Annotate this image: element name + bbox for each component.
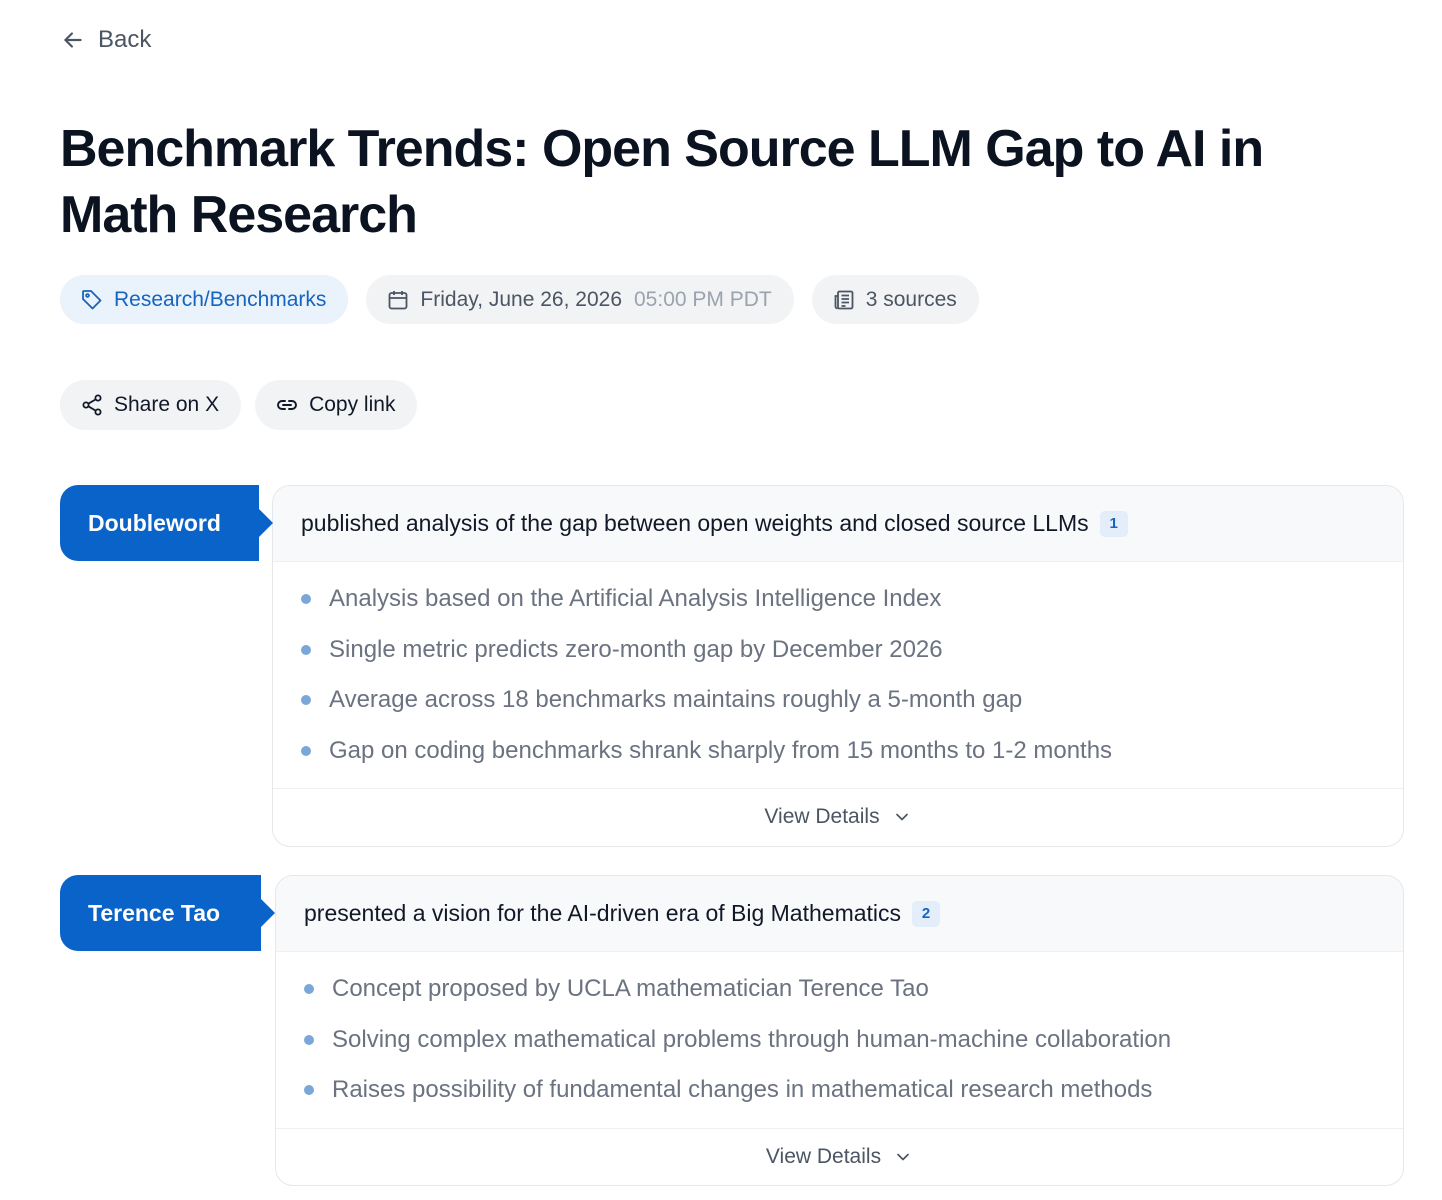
meta-row: Research/Benchmarks Friday, June 26, 202… <box>60 275 979 324</box>
newspaper-icon <box>834 290 854 309</box>
back-label: Back <box>98 26 152 53</box>
entry-headline: published analysis of the gap between op… <box>273 486 1403 562</box>
timeline-entry: published analysis of the gap between op… <box>60 485 1404 847</box>
category-label: Research/Benchmarks <box>114 287 327 311</box>
sources-badge[interactable]: 3 sources <box>811 275 979 324</box>
view-details-label: View Details <box>764 805 880 828</box>
date-text: Friday, June 26, 2026 <box>420 287 622 311</box>
citation-badge[interactable]: 2 <box>912 900 941 927</box>
list-item: Raises possibility of fundamental change… <box>304 1065 1403 1116</box>
chevron-down-icon <box>897 1153 909 1160</box>
list-item: Concept proposed by UCLA mathematician T… <box>304 964 1403 1015</box>
list-item: Gap on coding benchmarks shrank sharply … <box>301 726 1403 777</box>
arrow-left-icon <box>64 32 82 48</box>
list-item: Analysis based on the Artificial Analysi… <box>301 574 1403 625</box>
page-title: Benchmark Trends: Open Source LLM Gap to… <box>60 120 1264 244</box>
copy-label: Copy link <box>309 393 396 416</box>
citation-badge[interactable]: 1 <box>1099 510 1128 537</box>
article-page: Back Benchmark Trends: Open Source LLM G… <box>0 0 1442 1200</box>
headline-text: presented a vision for the AI-driven era… <box>304 900 902 926</box>
sources-count: 3 sources <box>865 287 957 311</box>
timeline-entry: presented a vision for the AI-driven era… <box>60 875 1404 1186</box>
entry-card: published analysis of the gap between op… <box>272 485 1404 847</box>
share-on-x-button[interactable]: Share on X <box>60 380 242 430</box>
share-label: Share on X <box>114 393 220 416</box>
tag-icon <box>82 289 102 309</box>
actor-tag[interactable]: Terence Tao <box>60 875 275 951</box>
date-badge: Friday, June 26, 2026 05:00 PM PDT <box>366 275 794 324</box>
time-text: 05:00 PM PDT <box>634 287 772 311</box>
share-actions: Share on X Copy link <box>60 380 418 430</box>
bullet-list: Analysis based on the Artificial Analysi… <box>273 562 1403 788</box>
copy-link-button[interactable]: Copy link <box>255 380 418 430</box>
back-link[interactable]: Back <box>60 26 151 54</box>
link-icon <box>277 400 298 410</box>
entry-card: presented a vision for the AI-driven era… <box>275 875 1404 1186</box>
view-details-button[interactable]: View Details <box>273 788 1403 845</box>
calendar-icon <box>389 290 408 309</box>
share-icon <box>82 394 102 416</box>
list-item: Average across 18 benchmarks maintains r… <box>301 675 1403 726</box>
entry-headline: presented a vision for the AI-driven era… <box>276 876 1403 952</box>
actor-tag[interactable]: Doubleword <box>60 485 273 561</box>
headline-text: published analysis of the gap between op… <box>301 510 1089 536</box>
category-badge[interactable]: Research/Benchmarks <box>60 275 349 324</box>
bullet-list: Concept proposed by UCLA mathematician T… <box>276 952 1403 1128</box>
view-details-label: View Details <box>765 1144 882 1168</box>
view-details-button[interactable]: View Details <box>276 1127 1403 1185</box>
list-item: Solving complex mathematical problems th… <box>304 1015 1403 1066</box>
chevron-down-icon <box>895 813 908 821</box>
list-item: Single metric predicts zero-month gap by… <box>301 625 1403 676</box>
